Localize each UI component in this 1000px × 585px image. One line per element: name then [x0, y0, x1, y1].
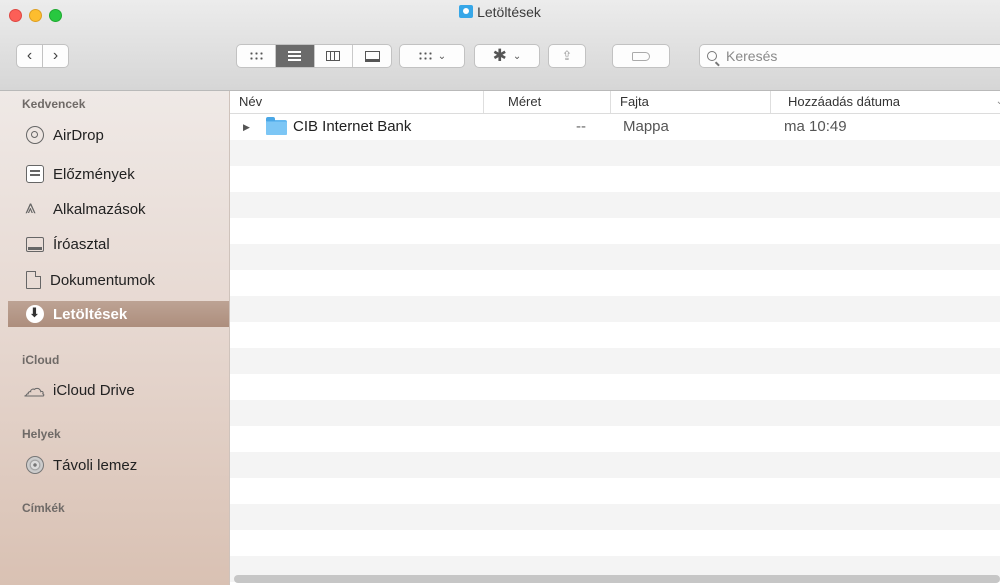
window-title-text: Letöltések [477, 4, 541, 20]
empty-row [230, 400, 1000, 426]
empty-row [230, 348, 1000, 374]
column-header: Név Méret Fajta Hozzáadás dátuma ⌄ [230, 91, 1000, 114]
disk-icon [26, 456, 44, 474]
sidebar-item-icloud-drive[interactable]: iCloud Drive [8, 377, 229, 403]
forward-button[interactable]: › [42, 44, 69, 68]
table-row[interactable]: ▶ CIB Internet Bank -- Mappa ma 10:49 [230, 114, 1000, 140]
view-mode-selector [236, 44, 392, 68]
titlebar: Letöltések ‹ › ⌄ ✱ ⌄ ⇪ [0, 0, 1000, 91]
window-title: Letöltések [0, 4, 1000, 20]
disclosure-triangle-icon[interactable]: ▶ [243, 114, 250, 140]
tag-icon [632, 51, 650, 61]
sidebar-item-airdrop[interactable]: AirDrop [8, 122, 229, 148]
finder-window: Letöltések ‹ › ⌄ ✱ ⌄ ⇪ Keresés Kedvencek… [0, 0, 1000, 585]
sidebar-item-downloads[interactable]: Letöltések [8, 301, 229, 327]
downloads-folder-icon [459, 5, 474, 18]
empty-row [230, 166, 1000, 192]
grid-icon [248, 51, 263, 61]
applications-icon [25, 197, 44, 219]
sidebar-item-label: Íróasztal [53, 235, 110, 253]
gear-icon: ✱ [492, 46, 507, 65]
column-header-size[interactable]: Méret [483, 91, 610, 113]
column-header-date-added[interactable]: Hozzáadás dátuma ⌄ [770, 91, 1000, 113]
search-icon [707, 51, 717, 61]
empty-row [230, 244, 1000, 270]
action-menu-button[interactable]: ✱ ⌄ [474, 44, 540, 68]
empty-row [230, 140, 1000, 166]
sidebar-item-label: Alkalmazások [53, 200, 146, 218]
chevron-down-icon: ⌄ [512, 50, 522, 62]
sidebar-item-documents[interactable]: Dokumentumok [8, 267, 229, 293]
file-date-added: ma 10:49 [784, 118, 847, 135]
list-view-button[interactable] [275, 45, 315, 67]
back-button[interactable]: ‹ [16, 44, 43, 68]
cloud-icon [24, 377, 45, 402]
columns-icon [326, 51, 341, 61]
recents-icon [26, 165, 44, 183]
file-name: CIB Internet Bank [293, 118, 412, 135]
search-field[interactable] [699, 44, 1000, 68]
chevron-left-icon: ‹ [26, 47, 33, 64]
group-grid-icon [417, 51, 432, 61]
empty-row [230, 322, 1000, 348]
empty-row [230, 530, 1000, 556]
list-icon [288, 51, 302, 61]
file-kind: Mappa [623, 118, 669, 135]
sidebar-item-recents[interactable]: Előzmények [8, 161, 229, 187]
desktop-icon [26, 237, 44, 252]
share-button[interactable]: ⇪ [548, 44, 586, 68]
share-icon: ⇪ [561, 48, 573, 63]
sidebar-item-label: iCloud Drive [53, 381, 135, 399]
downloads-icon [26, 305, 44, 323]
chevron-right-icon: › [52, 47, 59, 64]
column-header-date-label: Hozzáadás dátuma [788, 94, 901, 109]
empty-row [230, 270, 1000, 296]
empty-row [230, 296, 1000, 322]
sort-chevron-icon: ⌄ [995, 96, 1000, 107]
empty-row [230, 426, 1000, 452]
sidebar-item-label: Előzmények [53, 165, 135, 183]
group-by-button[interactable]: ⌄ [399, 44, 465, 68]
gallery-icon [364, 50, 380, 62]
sidebar-section-icloud: iCloud [22, 353, 60, 367]
sidebar-item-label: Letöltések [53, 305, 128, 323]
column-header-kind[interactable]: Fajta [610, 91, 770, 113]
sidebar-item-label: Dokumentumok [50, 271, 156, 289]
empty-row [230, 478, 1000, 504]
gallery-view-button[interactable] [353, 45, 391, 67]
table-rows: ▶ CIB Internet Bank -- Mappa ma 10:49 [230, 114, 1000, 582]
empty-row [230, 374, 1000, 400]
sidebar-section-places: Helyek [22, 427, 61, 441]
sidebar-item-applications[interactable]: Alkalmazások [8, 196, 229, 222]
sidebar-item-label: Távoli lemez [53, 456, 138, 474]
file-list: Név Méret Fajta Hozzáadás dátuma ⌄ ▶ CIB … [230, 91, 1000, 585]
airdrop-icon [26, 126, 44, 144]
icon-view-button[interactable] [237, 45, 276, 67]
sidebar-item-remote-disc[interactable]: Távoli lemez [8, 452, 229, 478]
documents-icon [26, 271, 41, 289]
empty-row [230, 192, 1000, 218]
folder-icon [266, 117, 287, 135]
sidebar-section-favorites: Kedvencek [22, 97, 86, 111]
file-size: -- [576, 118, 586, 135]
empty-row [230, 504, 1000, 530]
chevron-down-icon: ⌄ [437, 50, 447, 62]
sidebar: Kedvencek AirDrop Előzmények Alkalmazáso… [0, 91, 230, 585]
column-header-name[interactable]: Név [230, 91, 483, 113]
sidebar-item-desktop[interactable]: Íróasztal [8, 231, 229, 257]
search-input[interactable] [724, 47, 988, 65]
empty-row [230, 452, 1000, 478]
sidebar-section-tags: Címkék [22, 501, 65, 515]
sidebar-item-label: AirDrop [53, 126, 104, 144]
empty-row [230, 218, 1000, 244]
column-view-button[interactable] [315, 45, 354, 67]
tags-button[interactable] [612, 44, 670, 68]
horizontal-scrollbar[interactable] [234, 575, 1000, 583]
